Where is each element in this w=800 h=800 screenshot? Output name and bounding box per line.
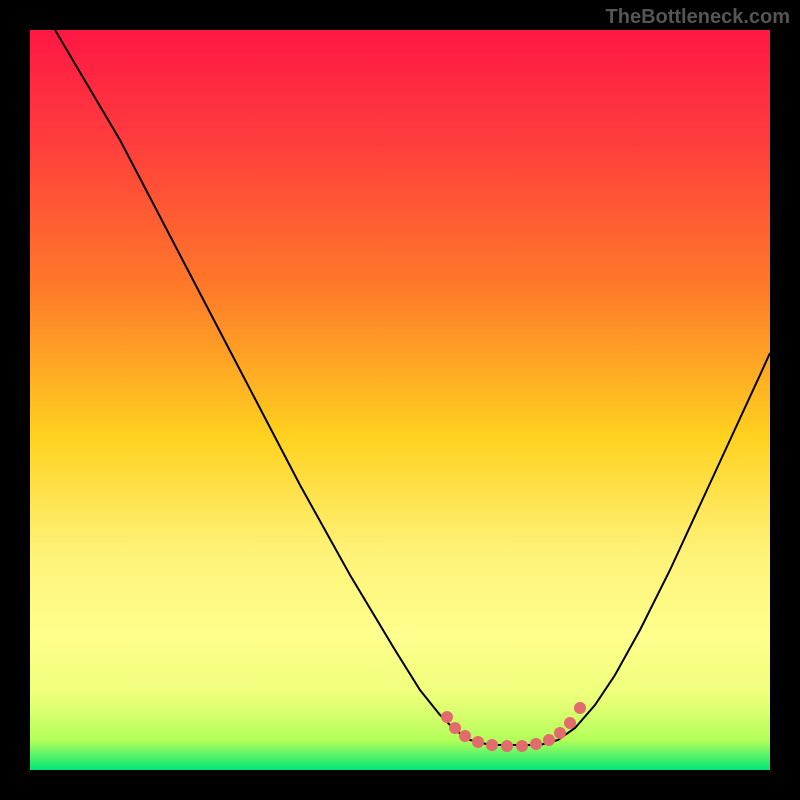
curve-marker: [564, 717, 576, 729]
curve-marker: [459, 730, 471, 742]
curve-marker: [543, 734, 555, 746]
curve-marker: [441, 711, 453, 723]
watermark-text: TheBottleneck.com: [606, 6, 790, 29]
curve-marker: [472, 736, 484, 748]
chart-svg: [0, 0, 800, 800]
curve-marker: [530, 738, 542, 750]
curve-marker: [486, 739, 498, 751]
curve-marker: [501, 740, 513, 752]
chart-container: [0, 0, 800, 800]
curve-marker: [449, 722, 461, 734]
curve-marker: [516, 740, 528, 752]
curve-marker: [554, 727, 566, 739]
curve-marker: [574, 702, 586, 714]
